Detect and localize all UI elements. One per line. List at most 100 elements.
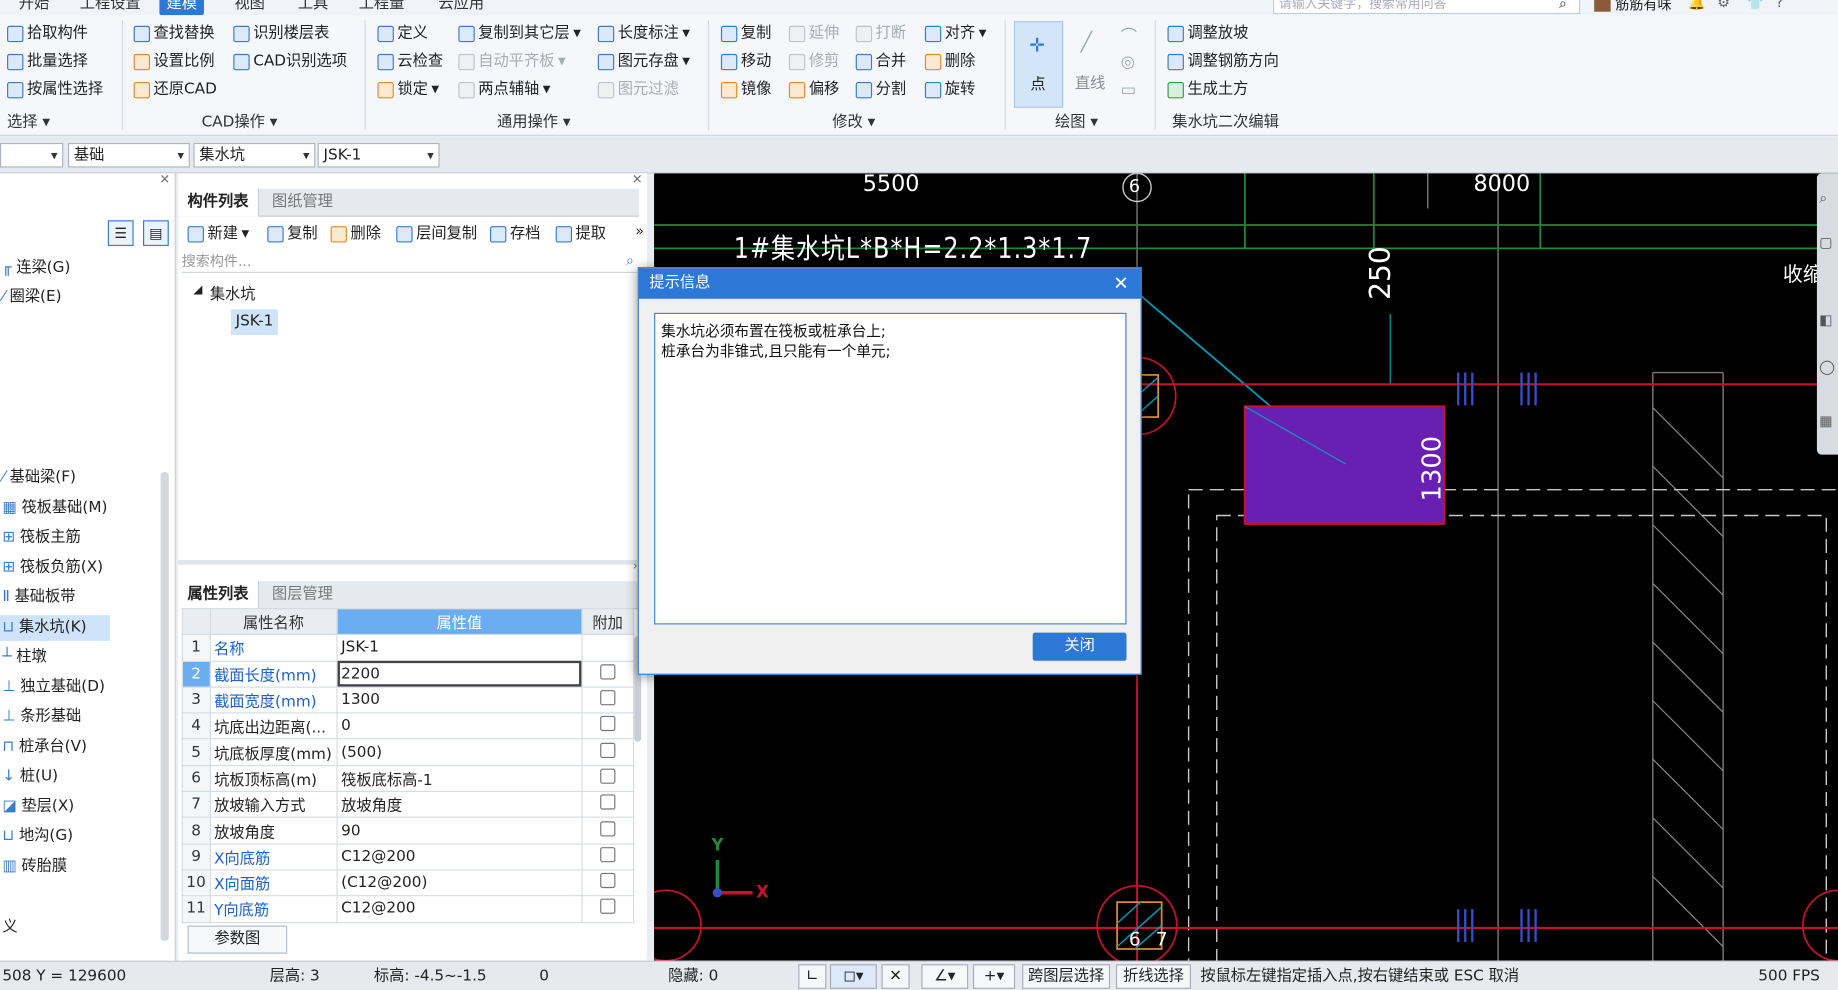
offset-input-icon[interactable]: +▾ [972, 964, 1016, 989]
group-label-select[interactable]: 选择 ▾ [7, 109, 50, 132]
move-button[interactable]: 移动 [720, 49, 771, 75]
menu-home[interactable]: 开始 [12, 0, 57, 15]
ortho-icon[interactable]: ∟ [798, 964, 827, 989]
attach-checkbox[interactable] [600, 846, 616, 863]
table-row[interactable]: 4 坑底出边距离(... 0 [181, 712, 635, 740]
nav-item-raft-foundation[interactable]: ▦ 筏板基础(M) [0, 496, 107, 522]
nav-item-strip-footing[interactable]: ⊥ 条形基础 [0, 704, 81, 730]
offset-button[interactable]: 偏移 [788, 77, 839, 103]
adjust-slope-button[interactable]: 调整放坡 [1167, 21, 1248, 47]
copy-component-button[interactable]: 复制 [267, 223, 318, 246]
select-by-property-button[interactable]: 按属性选择 [7, 77, 103, 103]
table-row[interactable]: 5 坑底板厚度(mm) (500) [181, 738, 635, 766]
component-search-input[interactable]: 搜索构件... [181, 251, 639, 273]
zoom-icon[interactable]: ⌕ [1819, 190, 1827, 208]
list-view-icon[interactable]: ☰ [107, 220, 134, 247]
parameter-diagram-button[interactable]: 参数图 [187, 925, 288, 954]
avatar[interactable] [1594, 0, 1611, 12]
table-row[interactable]: 10 X向面筋 (C12@200) [181, 869, 635, 897]
more-icon[interactable]: » [635, 223, 644, 239]
layer-icon[interactable]: ◧ [1819, 312, 1832, 328]
mirror-button[interactable]: 镜像 [720, 77, 771, 103]
close-icon[interactable]: ✕ [1113, 268, 1129, 298]
table-row[interactable]: 11 Y向底筋 C12@200 [181, 895, 635, 923]
cloud-check-button[interactable]: 云检查 [377, 49, 443, 75]
search-icon[interactable]: ⌕ [626, 252, 634, 270]
identify-floor-table-button[interactable]: 识别楼层表 [233, 21, 329, 47]
property-value[interactable]: 2200 [336, 660, 583, 688]
gear-icon[interactable]: ⚙ [1717, 0, 1730, 11]
shirt-icon[interactable]: 👕 [1747, 0, 1765, 11]
tab-property-list[interactable]: 属性列表 [178, 581, 260, 610]
tree-node-sump-pit[interactable]: 集水坑 [210, 281, 256, 304]
table-row[interactable]: 1 名称 JSK-1 [181, 634, 635, 662]
close-icon[interactable]: × [632, 171, 643, 186]
attach-checkbox[interactable] [600, 820, 616, 836]
attach-checkbox[interactable] [600, 794, 616, 810]
property-value[interactable]: JSK-1 [336, 634, 583, 662]
nav-item-foundation-beam[interactable]: ⁄ 基础梁(F) [0, 465, 76, 491]
draw-line-button[interactable]: ╱ 直线 [1069, 21, 1111, 108]
lock-button[interactable]: 锁定 ▾ [377, 77, 439, 103]
pick-component-button[interactable]: 拾取构件 [7, 21, 88, 47]
two-point-aux-axis-button[interactable]: 两点辅轴 ▾ [458, 77, 550, 103]
delete-component-button[interactable]: 删除 [330, 223, 381, 246]
close-icon[interactable]: × [159, 171, 170, 186]
group-label-cad[interactable]: CAD操作 ▾ [202, 109, 278, 132]
nav-item-foundation-strip[interactable]: Ⅱ 基础板带 [0, 585, 76, 611]
menu-project-settings[interactable]: 工程设置 [73, 0, 148, 15]
grid-icon[interactable]: ▦ [1819, 412, 1832, 428]
archive-button[interactable]: 存档 [489, 223, 540, 246]
property-value[interactable]: 90 [336, 817, 583, 845]
interfloor-copy-button[interactable]: 层间复制 [396, 223, 477, 246]
nav-item-coupling-beam[interactable]: ╓ 连梁(G) [0, 255, 70, 281]
polyline-select-button[interactable]: 折线选择 [1115, 964, 1191, 989]
draw-point-button[interactable]: ✛ 点 [1013, 21, 1064, 108]
property-value[interactable]: (500) [336, 738, 583, 766]
define-button[interactable]: 定义 [377, 21, 428, 47]
attach-checkbox[interactable] [600, 768, 616, 784]
attach-checkbox[interactable] [600, 690, 616, 706]
attach-checkbox[interactable] [600, 716, 616, 732]
adjust-rebar-direction-button[interactable]: 调整钢筋方向 [1167, 49, 1279, 75]
attach-checkbox[interactable] [600, 663, 616, 680]
view-cube-icon[interactable]: ▢ [1819, 234, 1832, 250]
copy-button[interactable]: 复制 [720, 21, 771, 47]
cross-icon[interactable]: ✕ [881, 964, 910, 989]
menu-tools[interactable]: 工具 [291, 0, 336, 15]
splitter[interactable] [178, 560, 639, 565]
search-icon[interactable]: ⌕ [1559, 0, 1567, 13]
circle-icon[interactable]: ◎ [1121, 53, 1135, 72]
nav-item-brick-mold[interactable]: ▥ 砖胎膜 [0, 854, 67, 880]
nav-item-column-pier[interactable]: ┴ 柱墩 [0, 644, 46, 670]
orbit-icon[interactable]: ◯ [1819, 359, 1835, 375]
generate-earthwork-button[interactable]: 生成土方 [1167, 77, 1248, 103]
nav-item-pile-cap[interactable]: ⊓ 桩承台(V) [0, 735, 87, 761]
nav-item-pile[interactable]: ↓ 桩(U) [0, 764, 58, 790]
group-label-modify[interactable]: 修改 ▾ [832, 109, 875, 132]
menu-modeling[interactable]: 建模 [159, 0, 204, 16]
split-button[interactable]: 分割 [855, 77, 906, 103]
length-dimension-button[interactable]: 长度标注 ▾ [597, 21, 690, 47]
copy-to-other-floor-button[interactable]: 复制到其它层 ▾ [458, 21, 581, 47]
trim-button[interactable]: 修剪 [788, 49, 839, 75]
attach-checkbox[interactable] [600, 872, 616, 889]
property-value[interactable]: 筏板底标高-1 [336, 764, 583, 793]
arc-icon[interactable]: ⌒ [1121, 25, 1137, 48]
extend-button[interactable]: 延伸 [788, 21, 839, 47]
category-select[interactable]: 基础 [67, 142, 190, 168]
table-row[interactable]: 2 截面长度(mm) 2200 [181, 660, 635, 688]
property-value[interactable]: C12@200 [336, 895, 583, 923]
nav-item-cushion[interactable]: ◪ 垫层(X) [0, 794, 74, 820]
element-filter-button[interactable]: 图元过滤 [597, 77, 679, 103]
component-select[interactable]: JSK-1 [317, 142, 440, 168]
tree-collapse-icon[interactable]: ◢ [193, 284, 202, 297]
batch-select-button[interactable]: 批量选择 [7, 49, 88, 75]
menu-quantity[interactable]: 工程量 [352, 0, 412, 15]
snap-icon[interactable]: ◻▾ [829, 964, 877, 989]
property-value[interactable]: 1300 [336, 686, 583, 714]
rotate-button[interactable]: 旋转 [924, 77, 975, 103]
property-value[interactable]: C12@200 [336, 843, 583, 871]
table-row[interactable]: 9 X向底筋 C12@200 [181, 843, 635, 871]
tab-drawing-management[interactable]: 图纸管理 [263, 189, 343, 217]
